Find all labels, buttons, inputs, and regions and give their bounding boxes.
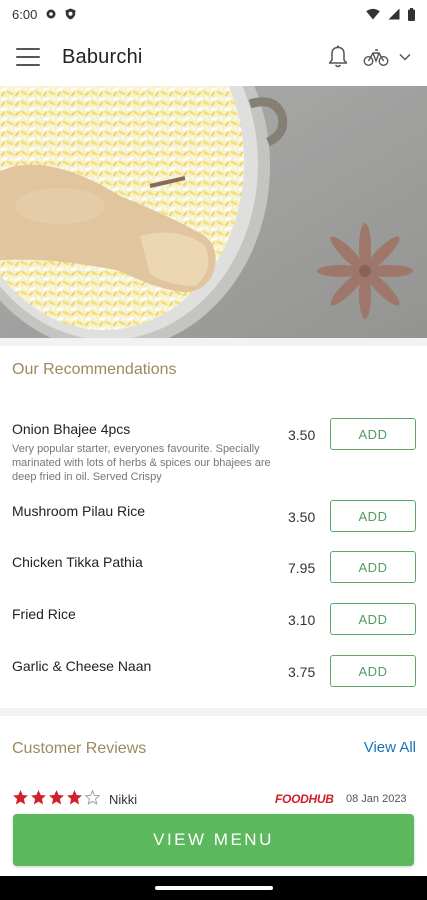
home-handle[interactable] [155, 886, 273, 890]
item-price: 3.50 [288, 509, 316, 525]
status-time: 6:00 [12, 6, 38, 22]
recommendations-title: Our Recommendations [12, 361, 177, 378]
item-price: 3.10 [288, 612, 316, 628]
wifi-icon [366, 8, 380, 20]
review-item: Nikki FOODHUB 08 Jan 2023 [0, 789, 427, 813]
item-name: Onion Bhajee 4pcs [12, 421, 131, 437]
app-bar: Baburchi [0, 28, 427, 86]
view-all-link[interactable]: View All [364, 739, 416, 756]
section-divider [0, 708, 427, 716]
item-name: Fried Rice [12, 606, 76, 622]
item-name: Chicken Tikka Pathia [12, 554, 143, 570]
chevron-down-icon [399, 53, 411, 61]
item-price: 3.50 [288, 427, 316, 443]
list-item: Onion Bhajee 4pcs Very popular starter, … [0, 418, 427, 489]
menu-icon[interactable] [16, 48, 40, 66]
view-menu-button[interactable]: VIEW MENU [13, 814, 414, 866]
list-item: Fried Rice 3.10 ADD [0, 603, 427, 636]
delivery-mode-selector[interactable] [363, 47, 411, 67]
star-filled-icon [67, 790, 82, 805]
add-button[interactable]: ADD [330, 551, 416, 583]
add-button[interactable]: ADD [330, 500, 416, 532]
bike-icon [363, 49, 389, 67]
item-price: 3.75 [288, 664, 316, 680]
review-source-logo: FOODHUB [275, 792, 334, 806]
hero-image [0, 86, 427, 338]
star-filled-icon [13, 790, 28, 805]
add-button[interactable]: ADD [330, 603, 416, 635]
reviewer-name: Nikki [109, 792, 138, 807]
system-nav-bar [0, 876, 427, 900]
signal-icon [388, 8, 400, 20]
review-date: 08 Jan 2023 [346, 793, 407, 805]
add-button[interactable]: ADD [330, 418, 416, 450]
star-empty-icon [84, 789, 101, 805]
star-filled-icon [49, 790, 64, 805]
shield-icon [65, 8, 76, 20]
star-filled-icon [31, 790, 46, 805]
status-bar: 6:00 [0, 0, 427, 28]
add-button[interactable]: ADD [330, 655, 416, 687]
page-title: Baburchi [62, 45, 143, 68]
star-rating [12, 789, 101, 806]
section-divider [0, 338, 427, 346]
bell-icon[interactable] [327, 45, 349, 69]
list-item: Chicken Tikka Pathia 7.95 ADD [0, 551, 427, 584]
item-name: Garlic & Cheese Naan [12, 658, 152, 674]
reviews-title: Customer Reviews [12, 740, 147, 757]
item-description: Very popular starter, everyones favourit… [12, 443, 271, 483]
item-price: 7.95 [288, 560, 316, 576]
list-item: Mushroom Pilau Rice 3.50 ADD [0, 500, 427, 533]
battery-icon [408, 7, 415, 21]
gear-icon [46, 9, 56, 19]
biryani-photo [0, 86, 427, 338]
list-item: Garlic & Cheese Naan 3.75 ADD [0, 655, 427, 688]
item-name: Mushroom Pilau Rice [12, 503, 146, 519]
